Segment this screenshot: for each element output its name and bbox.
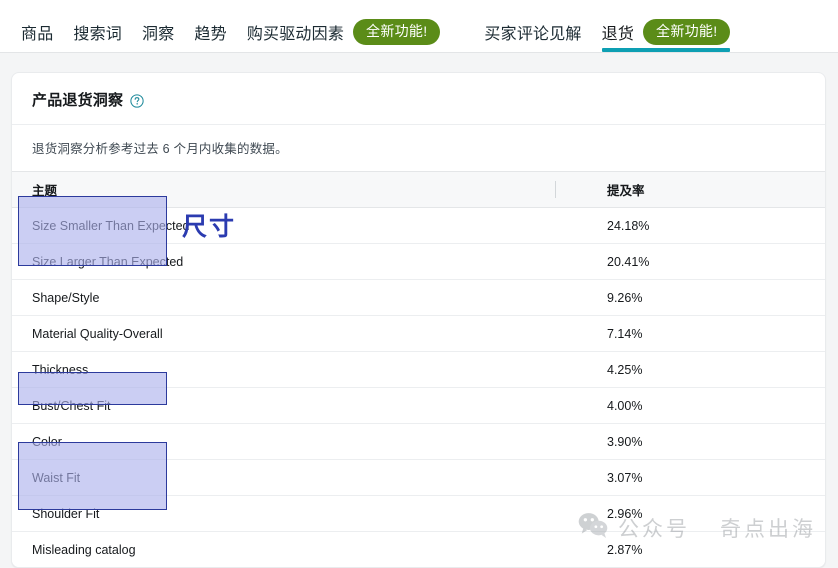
tab-trends[interactable]: 趋势 [194, 0, 226, 52]
tab-insights[interactable]: 洞察 [142, 0, 174, 52]
tab-label: 退货 [601, 26, 635, 43]
theme-label: Shoulder Fit [32, 506, 100, 521]
table-row[interactable]: Misleading catalog 2.87% [12, 531, 825, 567]
table-row[interactable]: Size Smaller Than Expected 24.18% [12, 207, 825, 244]
tab-label: 趋势 [194, 26, 227, 43]
active-tab-underline [601, 48, 731, 52]
table-row[interactable]: Material Quality-Overall 7.14% [12, 315, 825, 352]
cell-theme: Waist Fit [12, 459, 555, 496]
column-resize-divider[interactable] [555, 181, 556, 198]
column-header-theme[interactable]: 主题 [12, 171, 555, 208]
tab-label: 买家评论见解 [484, 26, 582, 43]
table-row[interactable]: Color 3.90% [12, 423, 825, 460]
cell-mention-rate: 3.07% [555, 459, 825, 496]
new-feature-badge: 全新功能! [643, 19, 731, 45]
table-header-row: 主题 提及率 [12, 171, 825, 208]
cell-theme: Shape/Style [12, 279, 555, 316]
annotation-size-label: 尺寸 [182, 213, 237, 241]
tab-products[interactable]: 商品 [21, 0, 53, 52]
question-circle-icon[interactable] [130, 93, 144, 108]
table-row[interactable]: Size Larger Than Expected 20.41% [12, 243, 825, 280]
tab-review-insights[interactable]: 买家评论见解 [484, 0, 581, 52]
cell-theme: Shoulder Fit [12, 495, 555, 532]
cell-theme: Misleading catalog [12, 531, 555, 567]
tab-label: 洞察 [142, 26, 175, 43]
card-subtitle-row: 退货洞察分析参考过去 6 个月内收集的数据。 [12, 124, 825, 171]
theme-label: Shape/Style [32, 290, 100, 305]
returns-insights-table: 主题 提及率 Size Smaller Than Expected 24.18%… [12, 171, 825, 567]
cell-mention-rate: 24.18% [555, 207, 825, 244]
card-subtitle: 退货洞察分析参考过去 6 个月内收集的数据。 [32, 142, 288, 156]
theme-label: Thickness [32, 362, 89, 377]
cell-theme: Size Smaller Than Expected [12, 207, 555, 244]
cell-theme: Thickness [12, 351, 555, 388]
tab-search-terms[interactable]: 搜索词 [73, 0, 122, 52]
cell-theme: Color [12, 423, 555, 460]
theme-label: Bust/Chest Fit [32, 398, 111, 413]
table-head: 主题 提及率 [12, 171, 825, 208]
table-row[interactable]: Shoulder Fit 2.96% [12, 495, 825, 532]
cell-mention-rate: 2.96% [555, 495, 825, 532]
table-row[interactable]: Waist Fit 3.07% [12, 459, 825, 496]
tab-label: 搜索词 [73, 26, 123, 43]
new-feature-badge: 全新功能! [353, 19, 441, 45]
cell-mention-rate: 4.25% [555, 351, 825, 388]
primary-tab-bar: 商品 搜索词 洞察 趋势 购买驱动因素 全新功能! 买家评论见解 退货 全新功能… [0, 0, 838, 53]
cell-mention-rate: 7.14% [555, 315, 825, 352]
cell-mention-rate: 2.87% [555, 531, 825, 567]
table-row[interactable]: Shape/Style 9.26% [12, 279, 825, 316]
theme-label: Waist Fit [32, 470, 81, 485]
cell-mention-rate: 9.26% [555, 279, 825, 316]
tab-list: 商品 搜索词 洞察 趋势 购买驱动因素 全新功能! 买家评论见解 退货 全新功能… [0, 0, 838, 52]
page-title: 产品退货洞察 [32, 92, 124, 109]
tab-label: 商品 [21, 26, 54, 43]
cell-mention-rate: 3.90% [555, 423, 825, 460]
cell-mention-rate: 4.00% [555, 387, 825, 424]
cell-theme: Material Quality-Overall [12, 315, 555, 352]
table-row[interactable]: Thickness 4.25% [12, 351, 825, 388]
cell-mention-rate: 20.41% [555, 243, 825, 280]
theme-label: Material Quality-Overall [32, 326, 163, 341]
tab-label: 购买驱动因素 [246, 26, 345, 43]
card-header: 产品退货洞察 [12, 73, 825, 124]
table-row[interactable]: Bust/Chest Fit 4.00% [12, 387, 825, 424]
theme-label: Size Smaller Than Expected [32, 218, 190, 233]
column-header-label: 主题 [32, 184, 58, 198]
theme-label: Misleading catalog [32, 542, 136, 557]
column-header-mention-rate[interactable]: 提及率 [555, 171, 825, 208]
theme-label: Color [32, 434, 62, 449]
tab-purchase-drivers[interactable]: 购买驱动因素 全新功能! [247, 0, 441, 52]
returns-insights-card: 产品退货洞察 退货洞察分析参考过去 6 个月内收集的数据。 主题 提及率 Siz… [11, 72, 826, 568]
theme-label: Size Larger Than Expected [32, 254, 184, 269]
cell-theme: Bust/Chest Fit [12, 387, 555, 424]
column-header-label: 提及率 [607, 184, 645, 198]
table-body: Size Smaller Than Expected 24.18% Size L… [12, 207, 825, 567]
cell-theme: Size Larger Than Expected [12, 243, 555, 280]
tab-returns[interactable]: 退货 全新功能! [601, 0, 731, 52]
